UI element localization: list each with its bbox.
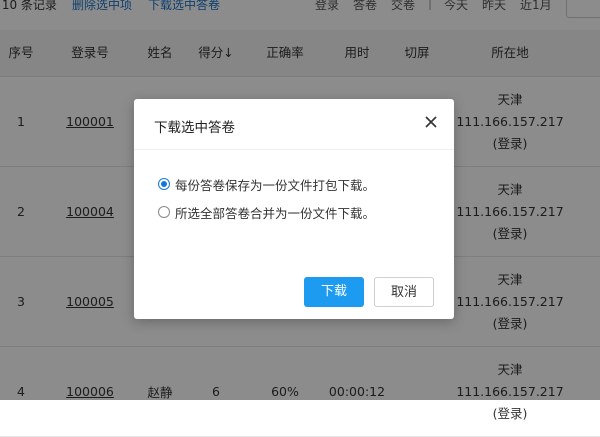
cancel-button[interactable]: 取消 — [374, 277, 434, 307]
radio-selected-icon[interactable] — [158, 178, 170, 190]
dialog-divider — [134, 149, 454, 150]
radio-unselected-icon[interactable] — [158, 206, 170, 218]
close-icon[interactable] — [422, 113, 440, 131]
option-label: 所选全部答卷合并为一份文件下载。 — [175, 205, 376, 221]
download-button[interactable]: 下载 — [304, 277, 364, 307]
download-dialog: 下载选中答卷 每份答卷保存为一份文件打包下载。 所选全部答卷合并为一份文件下载。… — [134, 99, 454, 319]
option-merge-file[interactable]: 所选全部答卷合并为一份文件下载。 — [158, 202, 375, 222]
option-label: 每份答卷保存为一份文件打包下载。 — [175, 177, 376, 193]
dialog-title: 下载选中答卷 — [154, 120, 235, 136]
option-separate-files[interactable]: 每份答卷保存为一份文件打包下载。 — [158, 174, 375, 194]
